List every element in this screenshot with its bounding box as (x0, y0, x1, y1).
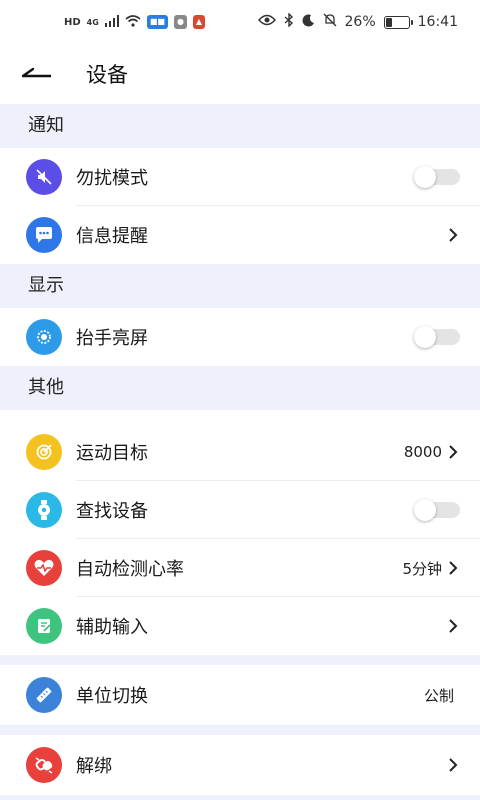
row-heart[interactable]: 自动检测心率 5分钟 (0, 539, 480, 597)
row-message[interactable]: 信息提醒 (0, 206, 480, 264)
toggle-knob (414, 166, 436, 188)
status-right: 26% 16:41 (257, 12, 458, 31)
section-notify: 通知 (0, 104, 480, 148)
toggle-knob (414, 326, 436, 348)
status-bar: HD 4G ■■ ● ▲ 26% 16:41 (0, 0, 480, 44)
app-notification-icon: ▲ (192, 15, 206, 29)
signal-icon (104, 14, 119, 30)
ruler-icon (26, 677, 62, 713)
app-notification-icon: ■■ (146, 15, 168, 29)
unit-value: 公制 (423, 686, 454, 705)
row-unbind-label: 解绑 (76, 756, 112, 777)
row-unbind[interactable]: 解绑 (0, 735, 480, 795)
section-other: 其他 (0, 366, 480, 410)
goal-value: 8000 (403, 443, 442, 461)
settings-list: 通知 勿扰模式 信息提醒 显示 抬手亮屏 其他 运动目标 8000 查找设备 自… (0, 104, 480, 795)
unlink-icon (26, 747, 62, 783)
section-spacer (0, 410, 480, 423)
chat-bubble-icon (26, 217, 62, 253)
toggle-knob (414, 499, 436, 521)
row-find-label: 查找设备 (76, 501, 148, 522)
row-message-label: 信息提醒 (76, 226, 148, 247)
heart-pulse-icon (26, 550, 62, 586)
mute-speaker-icon (26, 159, 62, 195)
eye-icon (257, 14, 276, 30)
status-left: HD 4G ■■ ● ▲ (64, 14, 206, 30)
moon-icon (302, 13, 315, 31)
app-header: 设备 (0, 44, 480, 104)
watch-icon (26, 492, 62, 528)
back-button[interactable] (4, 44, 68, 104)
wifi-icon (125, 14, 141, 30)
chevron-right-icon (444, 226, 462, 244)
row-raise[interactable]: 抬手亮屏 (0, 308, 480, 366)
row-find[interactable]: 查找设备 (0, 481, 480, 539)
row-input[interactable]: 辅助输入 (0, 597, 480, 655)
clock: 16:41 (417, 14, 458, 30)
row-goal-label: 运动目标 (76, 443, 148, 464)
hd-indicator: HD (64, 16, 81, 28)
chevron-right-icon (444, 443, 462, 461)
chevron-right-icon (444, 617, 462, 635)
target-icon (26, 434, 62, 470)
row-goal[interactable]: 运动目标 8000 (0, 423, 480, 481)
edit-doc-icon (26, 608, 62, 644)
sun-icon (26, 319, 62, 355)
chevron-right-icon (444, 559, 462, 577)
battery-percent: 26% (344, 14, 376, 30)
battery-fill (385, 17, 392, 27)
row-unit[interactable]: 单位切换 公制 (0, 665, 480, 725)
network-indicator: 4G (86, 17, 99, 27)
chevron-right-icon (444, 756, 462, 774)
row-dnd-label: 勿扰模式 (76, 168, 148, 189)
row-heart-label: 自动检测心率 (76, 559, 184, 580)
group-gap (0, 655, 480, 665)
group-gap (0, 725, 480, 735)
row-input-label: 辅助输入 (76, 617, 148, 638)
find-toggle[interactable] (414, 499, 460, 521)
heart-value: 5分钟 (402, 559, 442, 578)
row-unit-label: 单位切换 (76, 686, 148, 707)
battery-icon (383, 15, 413, 29)
row-raise-label: 抬手亮屏 (76, 328, 148, 349)
raise-toggle[interactable] (414, 326, 460, 348)
bluetooth-icon (284, 12, 294, 31)
section-display: 显示 (0, 264, 480, 308)
dnd-toggle[interactable] (414, 166, 460, 188)
page-title: 设备 (86, 63, 128, 87)
mute-bell-icon (323, 13, 337, 31)
app-notification-icon: ● (173, 15, 187, 29)
back-arrow-icon (19, 65, 53, 84)
row-dnd[interactable]: 勿扰模式 (0, 148, 480, 206)
